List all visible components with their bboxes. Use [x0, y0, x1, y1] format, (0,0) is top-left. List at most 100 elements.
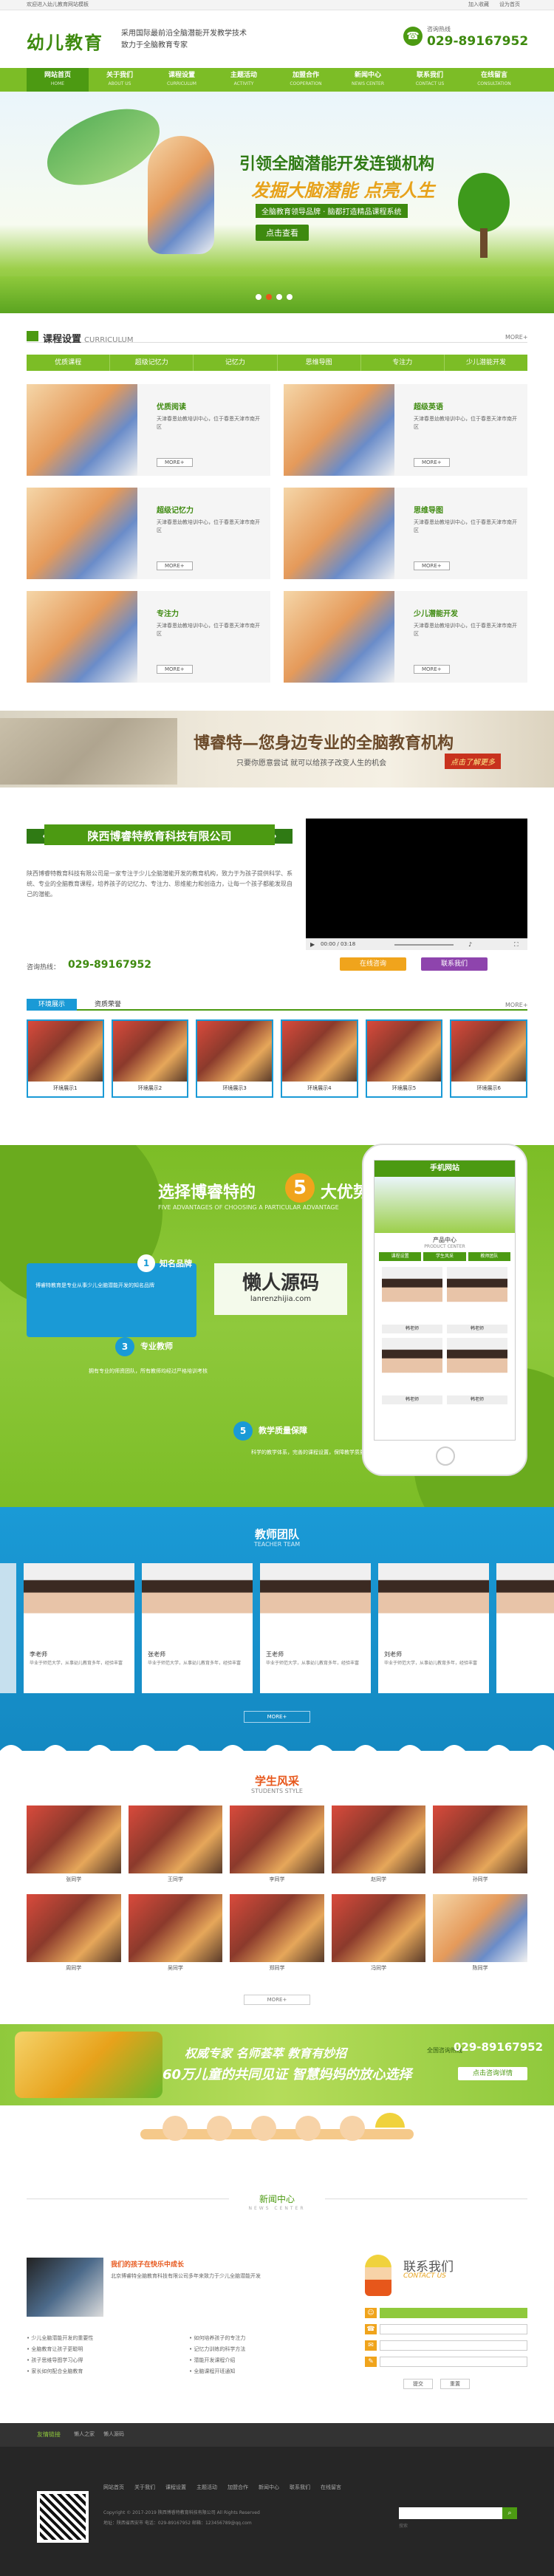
news-item-7[interactable]: • 家长如何配合全脑教育	[27, 2368, 174, 2376]
contact-button[interactable]: 联系我们	[421, 957, 488, 971]
teachers-more-button[interactable]: MORE+	[244, 1711, 310, 1723]
news-item-7-text[interactable]: 家长如何配合全脑教育	[31, 2368, 83, 2374]
phone-tab-3[interactable]: 教师团队	[468, 1252, 510, 1261]
student-item-2[interactable]: 王同学	[128, 1805, 223, 1885]
banner-dot-1[interactable]	[256, 294, 261, 300]
student-item-6[interactable]: 周同学	[27, 1894, 121, 1974]
footer-nav-curriculum[interactable]: 课程设置	[165, 2484, 186, 2491]
tab-potential[interactable]: 少儿潜能开发	[445, 355, 527, 371]
teacher-card-partial[interactable]	[496, 1563, 554, 1693]
promo-banner[interactable]: 博睿特—您身边专业的全脑教育机构 只要你愿意尝试 就可以给孩子改变人生的机会 点…	[0, 711, 554, 788]
news-item-3-text[interactable]: 全脑教育让孩子更聪明	[31, 2346, 83, 2352]
tab-super-memory[interactable]: 超级记忆力	[110, 355, 194, 371]
tab-honors[interactable]: 资质荣誉	[83, 999, 133, 1011]
nav-cooperation[interactable]: 加盟合作 COOPERATION	[275, 68, 337, 92]
link-2[interactable]: 懒人源码	[103, 2430, 124, 2438]
teacher-card-3[interactable]: 王老师 毕业于师范大学，从事幼儿教育多年，经验丰富	[260, 1563, 371, 1693]
course-card-3[interactable]: 超级记忆力 天津春恩幼教培训中心，位于春恩天津市南开区 MORE+	[27, 488, 270, 579]
footer-nav-about[interactable]: 关于我们	[134, 2484, 155, 2491]
video-progress[interactable]	[394, 944, 454, 946]
promo-button[interactable]: 点击了解更多	[445, 754, 501, 769]
tab-focus[interactable]: 专注力	[361, 355, 445, 371]
banner-dot-2[interactable]	[266, 294, 272, 300]
banner-dot-4[interactable]	[287, 294, 293, 300]
footer-nav-cooperation[interactable]: 加盟合作	[228, 2484, 248, 2491]
nav-home[interactable]: 网站首页 HOME	[27, 68, 89, 92]
tab-mindmap[interactable]: 思维导图	[278, 355, 361, 371]
message-input[interactable]	[380, 2357, 527, 2367]
news-item-4-text[interactable]: 记忆力训练的科学方法	[194, 2346, 245, 2352]
news-item-2-text[interactable]: 如何培养孩子的专注力	[194, 2335, 245, 2341]
student-item-7[interactable]: 吴同学	[128, 1894, 223, 1974]
news-item-3[interactable]: • 全脑教育让孩子更聪明	[27, 2346, 174, 2354]
nav-curriculum[interactable]: 课程设置 CURRICULUM	[151, 68, 213, 92]
news-item-8-text[interactable]: 全脑课程开班通知	[194, 2368, 235, 2374]
course-more-3[interactable]: MORE+	[157, 561, 193, 570]
footer-nav-home[interactable]: 网站首页	[103, 2484, 124, 2491]
course-title-5[interactable]: 专注力	[157, 607, 179, 618]
course-more-1[interactable]: MORE+	[157, 458, 193, 467]
nav-news[interactable]: 新闻中心 NEWS CENTER	[337, 68, 399, 92]
news-item-6[interactable]: • 潜能开发课程介绍	[189, 2357, 337, 2365]
news-headline[interactable]: 我们的孩子在快乐中成长	[111, 2259, 184, 2269]
nav-about[interactable]: 关于我们 ABOUT US	[89, 68, 151, 92]
env-more-link[interactable]: MORE+	[505, 1002, 528, 1008]
promo2-button[interactable]: 点击咨询详情	[458, 2067, 527, 2080]
link-1[interactable]: 懒人之家	[74, 2430, 95, 2438]
course-more-4[interactable]: MORE+	[414, 561, 450, 570]
submit-button[interactable]: 提交	[403, 2379, 433, 2389]
reset-button[interactable]: 重置	[440, 2379, 470, 2389]
course-title-6[interactable]: 少儿潜能开发	[414, 607, 458, 618]
env-item-5[interactable]: 环境展示5	[365, 1019, 443, 1098]
news-item-5[interactable]: • 孩子思维导图学习心得	[27, 2357, 174, 2365]
phone-tab-2[interactable]: 学生风采	[423, 1252, 466, 1261]
online-consult-button[interactable]: 在线咨询	[340, 957, 406, 971]
news-item-2[interactable]: • 如何培养孩子的专注力	[189, 2334, 337, 2343]
banner-view-button[interactable]: 点击查看	[256, 225, 309, 241]
phone-item-3[interactable]: 韩老师	[382, 1338, 442, 1404]
promo-banner-2[interactable]: 权威专家 名师荟萃 教育有妙招 60万儿童的共同见证 智慧妈妈的放心选择 全国咨…	[0, 2024, 554, 2105]
nav-activity[interactable]: 主题活动 ACTIVITY	[213, 68, 275, 92]
news-item-1[interactable]: • 少儿全脑潜能开发的重要性	[27, 2334, 174, 2343]
phone-input[interactable]	[380, 2324, 527, 2334]
course-title-4[interactable]: 思维导图	[414, 504, 443, 515]
tab-memory[interactable]: 记忆力	[194, 355, 278, 371]
logo[interactable]: 幼儿教育	[27, 28, 103, 54]
phone-item-4[interactable]: 韩老师	[447, 1338, 507, 1404]
env-item-2[interactable]: 环境展示2	[111, 1019, 189, 1098]
news-headline-image[interactable]	[27, 2258, 103, 2317]
env-item-3[interactable]: 环境展示3	[196, 1019, 274, 1098]
news-item-5-text[interactable]: 孩子思维导图学习心得	[31, 2357, 83, 2363]
footer-nav-activity[interactable]: 主题活动	[196, 2484, 217, 2491]
phone-tab-1[interactable]: 课程设置	[379, 1252, 422, 1261]
video-player[interactable]	[306, 819, 527, 938]
student-item-10[interactable]: 陈同学	[433, 1894, 527, 1974]
course-title-3[interactable]: 超级记忆力	[157, 504, 194, 515]
course-card-6[interactable]: 少儿潜能开发 天津春恩幼教培训中心，位于春恩天津市南开区 MORE+	[284, 591, 527, 683]
bookmark-link[interactable]: 加入收藏	[468, 1, 489, 9]
course-card-5[interactable]: 专注力 天津春恩幼教培训中心，位于春恩天津市南开区 MORE+	[27, 591, 270, 683]
fullscreen-icon[interactable]: ⛶	[514, 941, 519, 949]
teacher-card-2[interactable]: 张老师 毕业于师范大学，从事幼儿教育多年，经验丰富	[142, 1563, 253, 1693]
footer-nav-news[interactable]: 新闻中心	[259, 2484, 279, 2491]
volume-icon[interactable]: ♪	[468, 941, 472, 948]
phone-item-2[interactable]: 韩老师	[447, 1267, 507, 1333]
student-item-3[interactable]: 李同学	[230, 1805, 324, 1885]
news-item-8[interactable]: • 全脑课程开班通知	[189, 2368, 337, 2376]
course-more-6[interactable]: MORE+	[414, 665, 450, 674]
student-item-4[interactable]: 赵同学	[331, 1805, 426, 1885]
course-more-2[interactable]: MORE+	[414, 458, 450, 467]
footer-search-button[interactable]: ⌕	[502, 2507, 517, 2519]
student-item-5[interactable]: 孙同学	[433, 1805, 527, 1885]
student-item-9[interactable]: 冯同学	[331, 1894, 426, 1974]
news-item-1-text[interactable]: 少儿全脑潜能开发的重要性	[31, 2335, 93, 2341]
course-title-1[interactable]: 优质阅读	[157, 400, 186, 411]
course-more-5[interactable]: MORE+	[157, 665, 193, 674]
tab-environment[interactable]: 环境展示	[27, 999, 77, 1011]
env-item-4[interactable]: 环境展示4	[281, 1019, 358, 1098]
news-item-6-text[interactable]: 潜能开发课程介绍	[194, 2357, 235, 2363]
set-home-link[interactable]: 设为首页	[499, 1, 520, 9]
name-input[interactable]	[380, 2308, 527, 2318]
students-more-button[interactable]: MORE+	[244, 1995, 310, 2005]
student-item-8[interactable]: 郑同学	[230, 1894, 324, 1974]
